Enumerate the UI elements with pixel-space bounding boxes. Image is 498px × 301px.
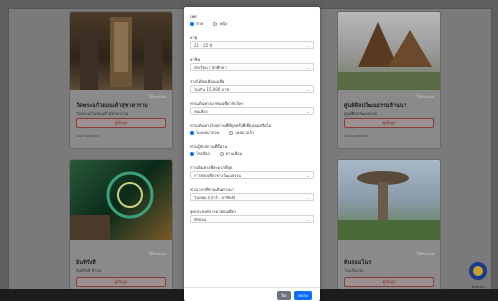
radio-label: ผ่านเพื่อน	[225, 151, 243, 156]
field-label: เพศ	[190, 14, 197, 19]
select-value: นักเรียน / นักศึกษา	[194, 65, 227, 70]
select-value: ไม่เกิน 15,000 บาท	[194, 87, 230, 92]
chevron-down-icon: ⌄	[306, 87, 310, 92]
radio-label: เคยมาแล้ว	[235, 130, 255, 135]
chevron-down-icon: ⌄	[306, 217, 310, 222]
radio-button[interactable]	[219, 151, 224, 156]
seal-icon	[469, 262, 487, 280]
field-label: การเดินทางที่สะดวกที่สุด	[190, 165, 233, 170]
select-value: การท่องเที่ยวทางวัฒนธรรม	[194, 173, 242, 178]
card-footer: Last updated	[344, 134, 367, 138]
place-photo	[70, 12, 172, 90]
place-photo	[338, 12, 440, 90]
field-label: อายุ	[190, 35, 197, 40]
radio-button[interactable]	[190, 151, 194, 156]
place-photo	[338, 160, 440, 240]
field-label: ท่านรู้จักสถานที่นี้ผ่าน	[190, 144, 228, 149]
chevron-down-icon: ⌄	[306, 173, 310, 178]
temple-image	[80, 17, 162, 90]
place-card: ได้คะแนน อินทิรังสี อินทิรังสี ตำบล ดูข้…	[69, 159, 173, 291]
close-button[interactable]: ปิด	[277, 291, 291, 300]
radio-label: หญิง	[219, 21, 228, 26]
place-card: ได้คะแนน ดินจอมโนร โรงเรียนวัด ดูข้อมูล	[337, 159, 441, 291]
field-label: ท่านเดินทางมาท่องเที่ยวกับใคร	[190, 101, 244, 106]
radio-button[interactable]	[229, 130, 234, 135]
card-subtitle: วัดพระแก้วดอนเต้าสุชาดาราม	[76, 111, 129, 116]
place-card: ได้คะแนน วัดพระแก้วดอนเต้าสุชาดาราม วัดพ…	[69, 11, 173, 149]
select-field[interactable]: วันหยุด (เสาร์ - อาทิตย์) ⌄	[190, 193, 314, 201]
card-subtitle: โรงเรียนวัด	[344, 268, 364, 273]
radio-label: โซเชียล	[196, 151, 210, 156]
field-label: จุดประสงค์การมาท่องเที่ยว	[190, 209, 237, 214]
radio-group: ชาย หญิง	[190, 20, 227, 27]
field-label: ท่านเดินทางไปสถานที่ที่ทุกครั้งที่เยี่ยม…	[190, 123, 272, 128]
radio-label: ชาย	[196, 21, 204, 26]
card-title: ดินจอมโนร	[344, 260, 372, 266]
select-value: วันหยุด (เสาร์ - อาทิตย์)	[194, 195, 236, 200]
survey-modal: เพศ ชาย หญิง อายุ 21 - 25 ปี ⌄ อาชีพ นักเรียน /…	[184, 7, 320, 301]
card-footer: Last updated	[76, 134, 99, 138]
mural-image	[70, 171, 154, 240]
select-field[interactable]: พักผ่อน ⌄	[190, 215, 314, 223]
logo-badge: สำนักงาน	[467, 261, 489, 289]
select-value: 21 - 25 ปี	[194, 43, 212, 48]
select-field[interactable]: การท่องเที่ยวทางวัฒนธรรม ⌄	[190, 171, 314, 179]
view-details-button[interactable]: ดูข้อมูล	[76, 277, 166, 287]
view-details-button[interactable]: ดูข้อมูล	[344, 118, 434, 128]
field-label: อาชีพ	[190, 57, 200, 62]
radio-button[interactable]	[213, 21, 218, 26]
chevron-down-icon: ⌄	[306, 43, 310, 48]
field-label: ช่วงเวลาที่ท่านเดินทางมา	[190, 187, 234, 192]
radio-group: โซเชียล ผ่านเพื่อน	[190, 150, 242, 157]
submit-button[interactable]: ตกลง	[294, 291, 312, 300]
card-tag: ได้คะแนน	[416, 251, 434, 256]
radio-group: ไม่เคยมาก่อน เคยมาแล้ว	[190, 129, 254, 136]
field-label: รายได้ต่อเดือนเฉลี่ย	[190, 79, 225, 84]
pavilion-image	[338, 22, 440, 90]
place-photo	[70, 160, 172, 240]
view-details-button[interactable]: ดูข้อมูล	[76, 118, 166, 128]
card-subtitle: อินทิรังสี ตำบล	[76, 268, 102, 273]
radio-label: ไม่เคยมาก่อน	[196, 130, 220, 135]
chevron-down-icon: ⌄	[306, 65, 310, 70]
card-tag: ได้คะแนน	[148, 251, 166, 256]
radio-button[interactable]	[190, 21, 194, 26]
card-title: อินทิรังสี	[76, 260, 96, 266]
view-details-button[interactable]: ดูข้อมูล	[344, 277, 434, 287]
radio-button[interactable]	[190, 130, 194, 135]
select-field[interactable]: นักเรียน / นักศึกษา ⌄	[190, 63, 314, 71]
chevron-down-icon: ⌄	[306, 109, 310, 114]
card-title: วัดพระแก้วดอนเต้าสุชาดาราม	[76, 103, 148, 109]
card-tag: ได้คะแนน	[416, 94, 434, 99]
select-field[interactable]: ไม่เกิน 15,000 บาท ⌄	[190, 85, 314, 93]
card-tag: ได้คะแนน	[148, 94, 166, 99]
select-value: คนเดียว	[194, 109, 208, 114]
select-field[interactable]: คนเดียว ⌄	[190, 107, 314, 115]
place-card: ได้คะแนน ศูนย์ศิลปวัฒนธรรมล้านนา ศูนย์ศิ…	[337, 11, 441, 149]
card-title: ศูนย์ศิลปวัฒนธรรมล้านนา	[344, 103, 407, 109]
tower-image	[338, 171, 440, 240]
select-field[interactable]: 21 - 25 ปี ⌄	[190, 41, 314, 49]
select-value: พักผ่อน	[194, 217, 207, 222]
card-subtitle: ศูนย์ศิลปวัฒนธรรม	[344, 111, 378, 116]
chevron-down-icon: ⌄	[306, 195, 310, 200]
modal-footer-divider	[184, 287, 320, 288]
